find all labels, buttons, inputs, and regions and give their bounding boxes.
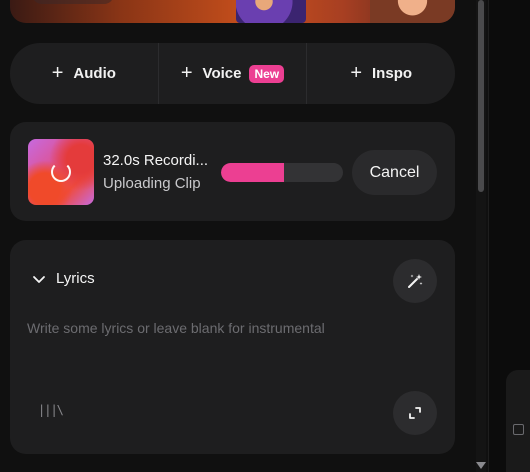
add-source-bar: + Audio + Voice New + Inspo (10, 43, 455, 104)
side-panel-card (506, 370, 530, 472)
upload-progress-fill (221, 163, 285, 182)
clip-title: 32.0s Recordi... (103, 152, 209, 169)
checkbox[interactable] (513, 424, 524, 435)
banner-image (10, 0, 455, 23)
lyrics-card: Lyrics |||\ (10, 240, 455, 454)
plus-icon: + (51, 61, 64, 84)
upload-progress-bar (221, 163, 343, 182)
expand-lyrics-button[interactable] (393, 391, 437, 435)
loading-spinner-icon (51, 162, 71, 182)
lyrics-toggle[interactable]: Lyrics (32, 270, 95, 287)
lyrics-input[interactable] (27, 320, 437, 380)
add-voice-button[interactable]: + Voice New (157, 43, 307, 104)
banner-thumbnail (236, 0, 306, 23)
upload-card: 32.0s Recordi... Uploading Clip Cancel (10, 122, 455, 221)
scroll-down-arrow-icon[interactable] (476, 462, 486, 469)
lyrics-label: Lyrics (56, 270, 95, 287)
cancel-button[interactable]: Cancel (352, 150, 437, 195)
add-voice-label: Voice (202, 65, 242, 82)
magic-wand-icon (408, 274, 423, 288)
new-badge: New (249, 64, 285, 83)
add-inspo-label: Inspo (372, 65, 413, 82)
lyrics-library-icon[interactable]: |||\ (38, 403, 64, 417)
plus-icon: + (350, 61, 363, 84)
banner-photo (370, 0, 455, 23)
banner-pill (32, 0, 114, 4)
expand-icon (409, 407, 421, 419)
scrollbar-thumb[interactable] (478, 0, 484, 192)
plus-icon: + (180, 61, 193, 84)
chevron-down-icon (33, 275, 45, 283)
add-inspo-button[interactable]: + Inspo (306, 43, 455, 104)
upload-status: Uploading Clip (103, 175, 201, 192)
create-panel: + Audio + Voice New + Inspo 32.0s Record… (0, 0, 530, 472)
add-audio-button[interactable]: + Audio (10, 43, 158, 104)
add-audio-label: Audio (73, 65, 116, 82)
generate-lyrics-button[interactable] (393, 259, 437, 303)
clip-cover-art (28, 139, 94, 205)
